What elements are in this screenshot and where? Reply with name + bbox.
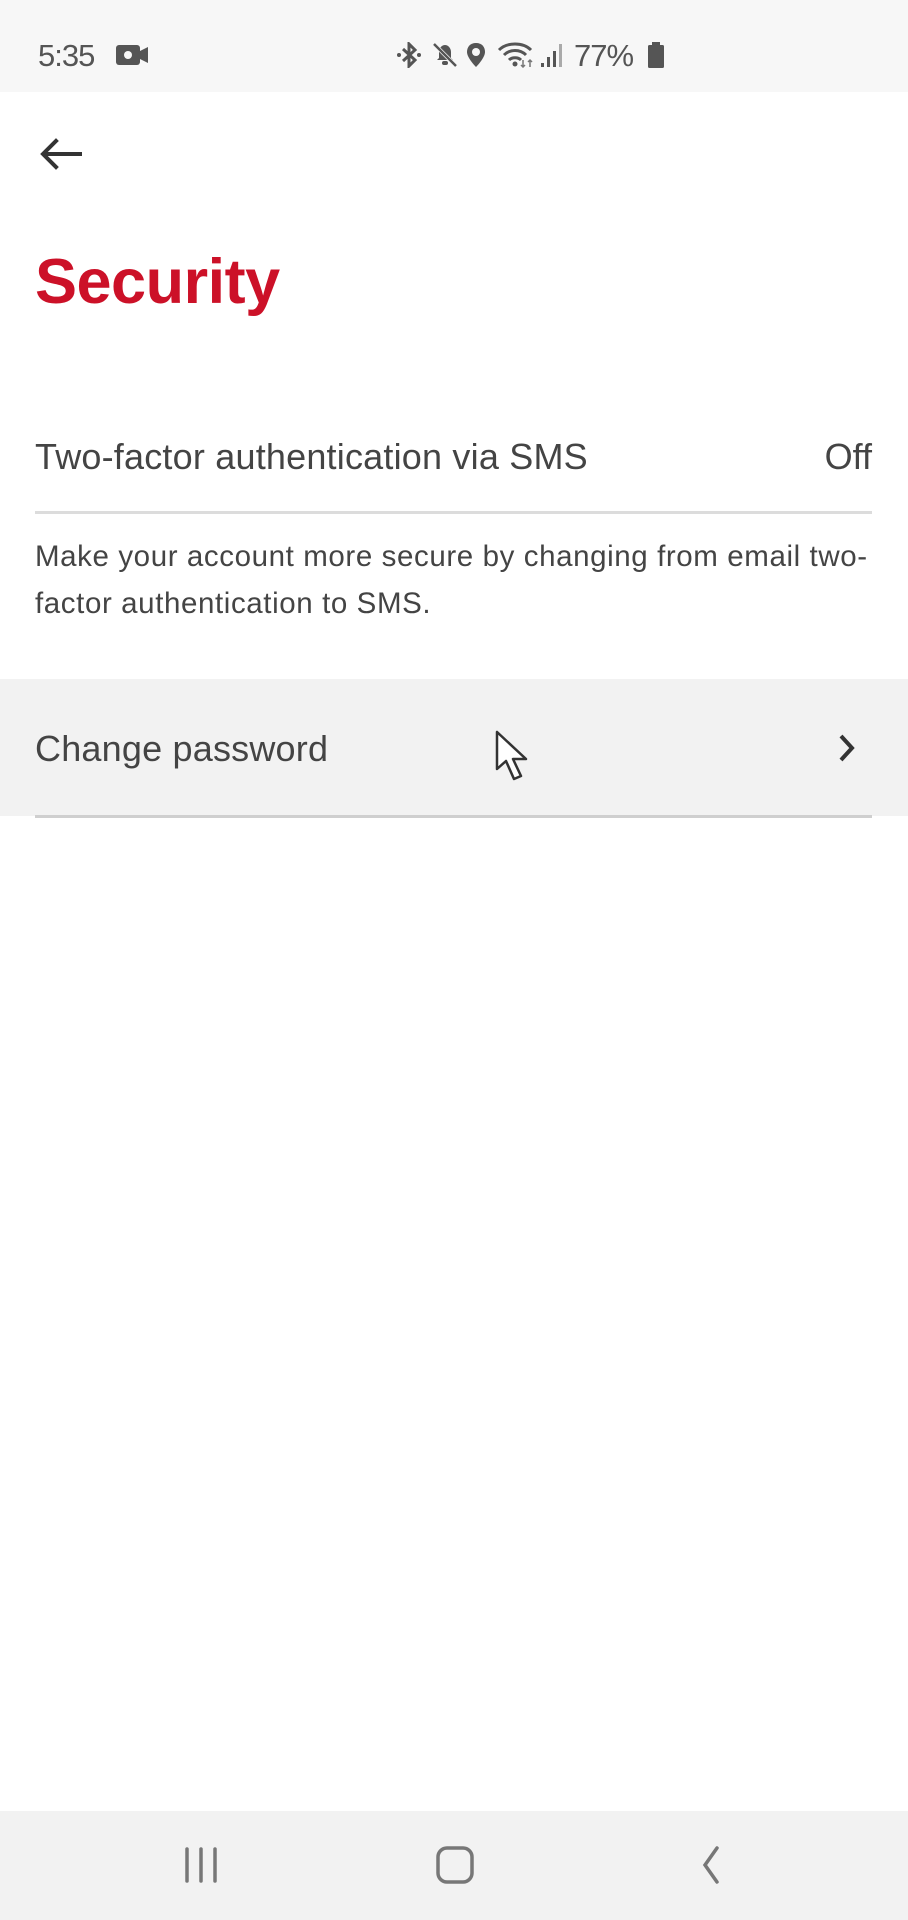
two-factor-sms-setting[interactable]: Two-factor authentication via SMS Off [0,412,908,508]
mouse-cursor-icon [495,730,528,781]
mute-icon [432,42,458,68]
back-button[interactable] [30,128,94,180]
change-password-row[interactable]: Change password [0,679,908,816]
bluetooth-icon [397,42,421,68]
page-title: Security [35,247,280,317]
two-factor-label: Two-factor authentication via SMS [35,436,588,477]
home-icon [436,1846,474,1884]
battery-percent: 77% [574,38,634,73]
status-bar: 5:35 77% [0,0,908,92]
home-button[interactable] [410,1831,500,1901]
recent-apps-icon [185,1847,217,1883]
divider [35,511,872,514]
battery-icon [648,42,664,68]
video-camera-icon [116,45,148,65]
wifi-icon [497,42,533,68]
divider [35,815,872,818]
system-nav-bar [0,1811,908,1920]
recent-apps-button[interactable] [156,1831,246,1901]
chevron-right-icon [839,734,855,762]
two-factor-description: Make your account more secure by changin… [35,540,868,620]
change-password-label: Change password [35,728,329,769]
status-time: 5:35 [38,38,95,73]
arrow-left-icon [40,138,82,170]
system-back-button[interactable] [664,1831,754,1901]
two-factor-status: Off [824,436,872,477]
location-icon [467,43,485,67]
back-icon [702,1846,719,1884]
signal-icon [541,44,562,67]
